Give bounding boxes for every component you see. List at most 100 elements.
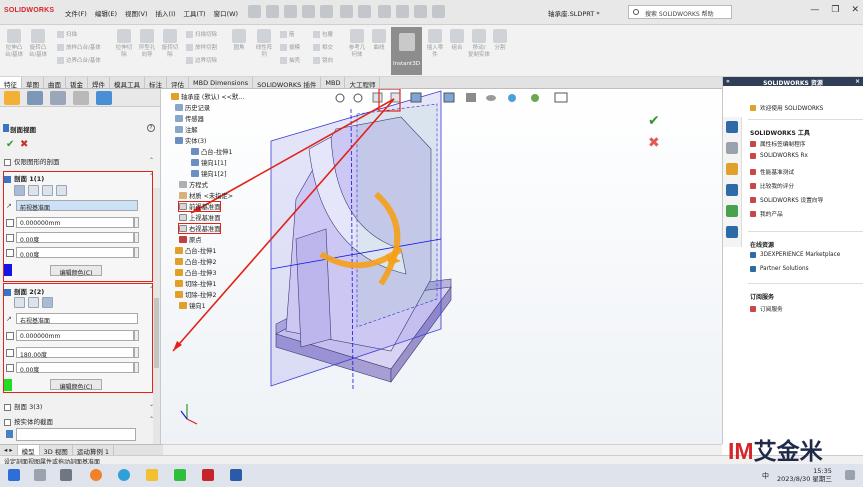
- section3-header[interactable]: 剖面 3(3): [4, 401, 42, 411]
- online-link[interactable]: Partner Solutions: [750, 266, 809, 272]
- right-plane-icon[interactable]: [42, 297, 53, 308]
- appearance-icon[interactable]: [508, 94, 516, 102]
- close-button[interactable]: ✕: [851, 5, 859, 15]
- section2-edit-color-button[interactable]: 编辑颜色(C): [50, 379, 102, 391]
- tab-evaluate[interactable]: 评估: [167, 77, 189, 89]
- sweep-button[interactable]: 扫描: [57, 30, 77, 38]
- menu-file[interactable]: 文件(F): [62, 8, 90, 18]
- tree-item-right-plane[interactable]: 右视基准面: [177, 223, 222, 234]
- menu-tools[interactable]: 工具(T): [181, 8, 209, 18]
- dimxpert-icon[interactable]: [73, 91, 89, 105]
- firefox-icon[interactable]: [90, 469, 102, 481]
- checkbox[interactable]: [4, 418, 11, 426]
- solidworks-taskbar-icon[interactable]: [202, 469, 214, 481]
- feature-manager-icon[interactable]: [4, 91, 20, 105]
- view-orientation-icon[interactable]: [443, 92, 455, 103]
- instant3d-button[interactable]: Instant3D: [391, 27, 422, 75]
- rebuild-icon[interactable]: [396, 5, 409, 18]
- start-icon[interactable]: [8, 469, 20, 481]
- combine-button[interactable]: 组合: [447, 29, 467, 52]
- hide-show-icon[interactable]: [486, 95, 496, 101]
- angle-spinner[interactable]: [134, 362, 139, 373]
- tool-link[interactable]: 我的产品: [750, 209, 783, 218]
- offset-spinner[interactable]: [134, 330, 139, 341]
- confirm-corner-ok-icon[interactable]: ✔: [648, 113, 660, 129]
- redo-icon[interactable]: [358, 5, 371, 18]
- tree-item-equations[interactable]: 方程式: [179, 180, 208, 189]
- section1-plane-field[interactable]: 前视基准面: [16, 200, 138, 212]
- mirror-button[interactable]: 镜向: [313, 56, 333, 64]
- help-button[interactable]: ?: [147, 124, 155, 132]
- tool-link[interactable]: 比较我的评分: [750, 181, 794, 190]
- shell-button[interactable]: 抽壳: [280, 56, 300, 64]
- tool-link[interactable]: 属性标签编制程序: [750, 139, 806, 148]
- checkbox[interactable]: [4, 288, 11, 296]
- reverse-icon[interactable]: [56, 185, 67, 196]
- section2-offset-field[interactable]: 0.000000mm: [16, 330, 134, 341]
- previous-view-icon[interactable]: [372, 92, 383, 103]
- save-icon[interactable]: [302, 5, 315, 18]
- new-file-icon[interactable]: [266, 5, 279, 18]
- checkbox[interactable]: [4, 175, 11, 183]
- section2-plane-field[interactable]: 右视基准面: [16, 313, 138, 325]
- tree-item-cut2[interactable]: 切除-拉伸2: [175, 290, 216, 299]
- property-manager-icon[interactable]: [27, 91, 43, 105]
- rib-button[interactable]: 筋: [280, 30, 295, 38]
- tab-mold-tools[interactable]: 模具工具: [110, 77, 145, 89]
- offset-spinner[interactable]: [134, 217, 139, 228]
- tree-item-cut1[interactable]: 切除-拉伸1: [175, 279, 216, 288]
- tab-mbd[interactable]: MBD: [321, 77, 346, 88]
- angle-spinner[interactable]: [134, 347, 139, 358]
- maximize-button[interactable]: ❐: [831, 5, 839, 15]
- reference-geometry-button[interactable]: 参考几 何体: [346, 29, 368, 59]
- search-icon[interactable]: [34, 469, 46, 481]
- ok-button[interactable]: ✔: [6, 139, 14, 150]
- word-icon[interactable]: [230, 469, 242, 481]
- checkbox[interactable]: [4, 158, 11, 166]
- angle-spinner[interactable]: [134, 232, 139, 243]
- lofted-cut-button[interactable]: 放样切割: [186, 43, 217, 51]
- explorer-icon[interactable]: [146, 469, 158, 481]
- tree-item-body1[interactable]: 凸台-拉伸1: [191, 147, 232, 156]
- task-view-icon[interactable]: [60, 469, 72, 481]
- help-search-input[interactable]: 搜索 SOLIDWORKS 帮助: [628, 5, 732, 19]
- tab-mbd-dimensions[interactable]: MBD Dimensions: [189, 77, 254, 88]
- scene-icon[interactable]: [531, 94, 539, 102]
- ime-indicator[interactable]: 中: [762, 471, 769, 481]
- welcome-link[interactable]: 欢迎使用 SOLIDWORKS: [750, 103, 823, 112]
- edge-icon[interactable]: [118, 469, 130, 481]
- tree-item-top-plane[interactable]: 上视基准面: [179, 213, 220, 222]
- graphics-only-option[interactable]: 仅限图形的剖面: [4, 156, 60, 166]
- options-gear-icon[interactable]: [432, 5, 445, 18]
- section1-offset-field[interactable]: 0.000000mm: [16, 217, 134, 228]
- section1-header[interactable]: 剖面 1(1): [4, 173, 44, 183]
- tree-item-sensors[interactable]: 传感器: [175, 114, 204, 123]
- boundary-boss-button[interactable]: 边界凸台/基体: [57, 56, 101, 64]
- section1-angle1-field[interactable]: 0.00度: [16, 232, 134, 244]
- configuration-manager-icon[interactable]: [50, 91, 66, 105]
- minimize-button[interactable]: —: [810, 5, 819, 15]
- tree-item-boss3[interactable]: 凸台-拉伸3: [175, 268, 216, 277]
- home-icon[interactable]: [726, 121, 738, 133]
- cancel-button[interactable]: ✖: [20, 139, 28, 150]
- section2-header[interactable]: 剖面 2(2): [4, 286, 44, 296]
- tab-markup[interactable]: 标注: [145, 77, 167, 89]
- body-selection-box[interactable]: [16, 428, 136, 441]
- section1-edit-color-button[interactable]: 编辑颜色(C): [50, 265, 102, 277]
- extruded-boss-button[interactable]: 拉伸凸 台/基体: [3, 29, 25, 59]
- pm-scrollbar[interactable]: [153, 188, 160, 458]
- notification-icon[interactable]: [845, 470, 855, 480]
- checkbox[interactable]: [4, 403, 11, 411]
- tree-item-body2[interactable]: 镜向1[1]: [191, 158, 227, 167]
- subscription-link[interactable]: 订阅服务: [750, 304, 783, 313]
- tab-sheet-metal[interactable]: 钣金: [66, 77, 88, 89]
- tree-item-annotations[interactable]: 注解: [175, 125, 198, 134]
- tree-item-bodies[interactable]: 实体(3): [175, 136, 207, 145]
- front-plane-icon[interactable]: [14, 185, 25, 196]
- chevron-up-icon[interactable]: ⌃: [149, 173, 154, 180]
- menu-window[interactable]: 窗口(W): [211, 8, 242, 18]
- menu-insert[interactable]: 插入(I): [153, 8, 179, 18]
- file-explorer-icon[interactable]: [726, 163, 738, 175]
- tab-addins[interactable]: SOLIDWORKS 插件: [253, 77, 322, 89]
- revolved-cut-button[interactable]: 旋转切 除: [159, 29, 181, 59]
